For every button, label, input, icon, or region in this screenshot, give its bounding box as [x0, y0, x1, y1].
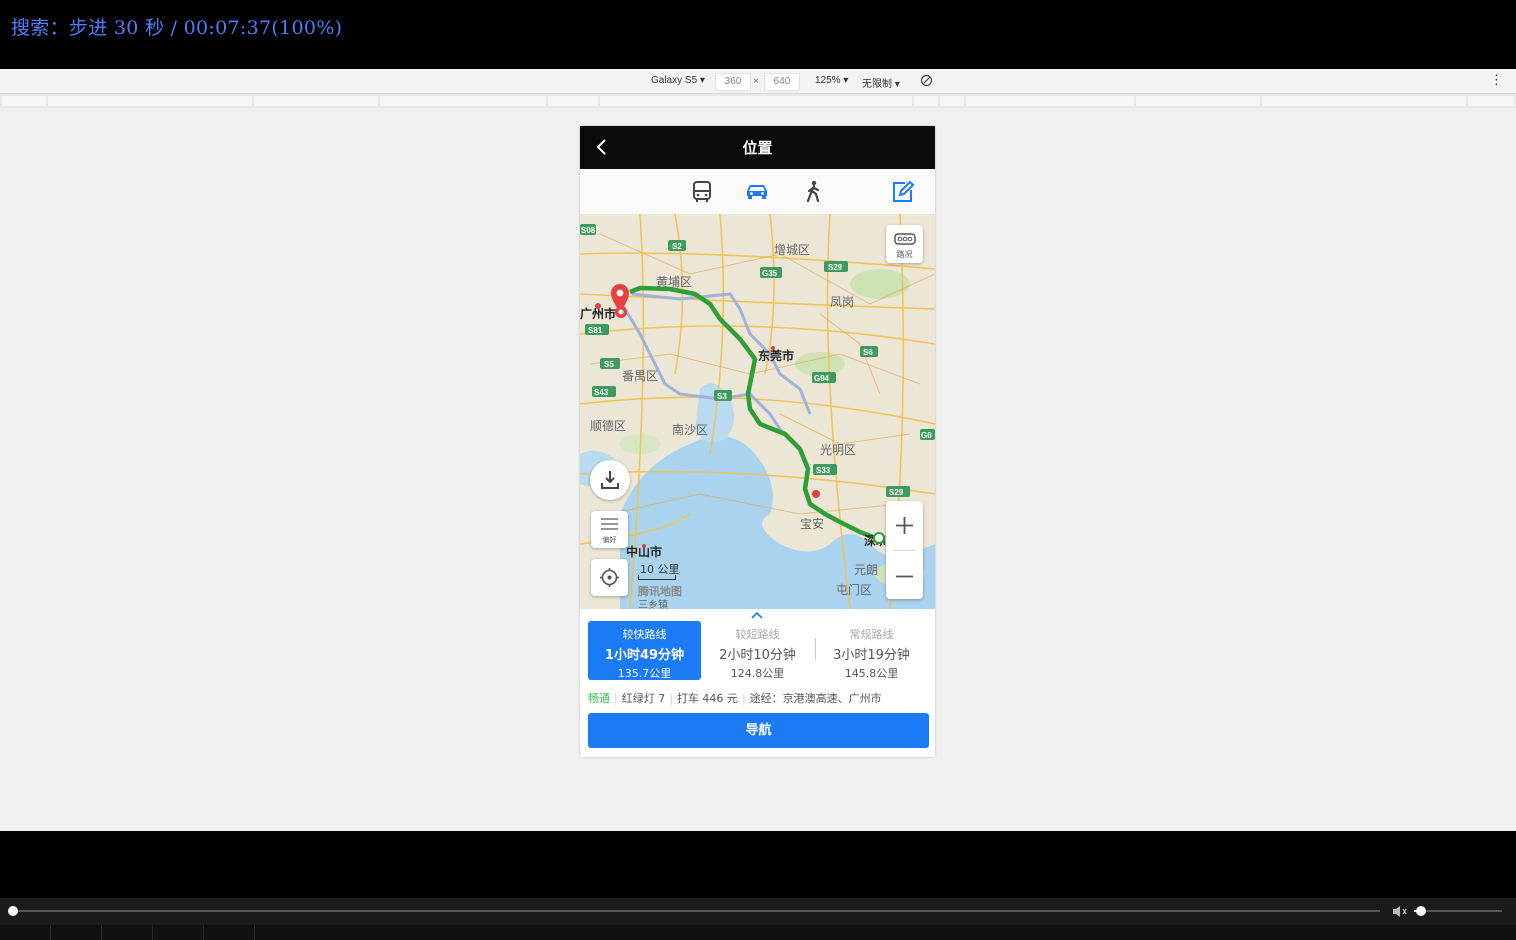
times-sign: ×: [753, 76, 759, 87]
bus-icon[interactable]: [689, 179, 715, 205]
media-query-ruler: [0, 94, 1516, 108]
player-osd: 搜索：步进 30 秒 / 00:07:37(100%): [0, 0, 1516, 69]
svg-text:番禺区: 番禺区: [622, 369, 658, 383]
svg-text:S43: S43: [594, 388, 609, 397]
traffic-lights-count: 红绿灯 7: [621, 692, 666, 705]
svg-text:G0: G0: [921, 431, 932, 440]
locate-icon: [600, 568, 619, 587]
route-info-row: 畅通 | 红绿灯 7 | 打车 446 元 | 途经：京港澳高速、广州市: [588, 692, 882, 705]
svg-text:黄埔区: 黄埔区: [656, 275, 692, 289]
more-options-icon[interactable]: ⋮: [1490, 72, 1503, 88]
edit-icon[interactable]: [890, 179, 916, 205]
svg-text:元朗: 元朗: [854, 563, 878, 577]
svg-text:S3: S3: [717, 392, 727, 401]
volume-icon[interactable]: [1392, 905, 1408, 918]
zoom-select[interactable]: 125% ▾: [815, 75, 848, 86]
car-icon[interactable]: [744, 179, 770, 205]
seek-knob[interactable]: [8, 906, 18, 916]
route-label: 较短路线: [735, 628, 780, 641]
svg-text:S08: S08: [581, 226, 596, 235]
device-height-input[interactable]: 640: [764, 73, 800, 91]
svg-text:屯门区: 屯门区: [836, 582, 872, 597]
locate-me-button[interactable]: [591, 559, 628, 596]
throttle-select[interactable]: 无限制 ▾: [862, 75, 900, 90]
route-label: 常规路线: [849, 628, 894, 641]
seek-bar[interactable]: [13, 910, 1380, 912]
travel-mode-bar: [580, 169, 935, 215]
svg-text:S2: S2: [672, 242, 682, 251]
device-width-input[interactable]: 360: [715, 73, 751, 91]
svg-text:顺德区: 顺德区: [590, 418, 626, 433]
zoom-out-icon[interactable]: [895, 567, 914, 586]
svg-text:G94: G94: [814, 374, 830, 383]
svg-text:G35: G35: [762, 269, 778, 278]
device-select[interactable]: Galaxy S5 ▾: [651, 75, 705, 86]
route-time: 3小时19分钟: [833, 648, 910, 663]
route-distance: 135.7公里: [617, 667, 672, 680]
route-distance: 145.8公里: [844, 667, 899, 680]
map-canvas: S08 S2 G35 S29 S81 S5 S43 S6 G94 S3 S33 …: [580, 214, 935, 609]
osd-seek-text: 搜索：步进 30 秒 / 00:07:37(100%): [11, 17, 343, 39]
preference-label: 偏好: [602, 536, 617, 544]
volume-knob[interactable]: [1416, 906, 1427, 916]
route-preference-button[interactable]: 偏好: [591, 511, 628, 548]
svg-text:S81: S81: [588, 326, 603, 335]
taxi-fare: 打车 446 元: [676, 692, 738, 705]
svg-text:S5: S5: [604, 360, 614, 369]
chevron-up-icon[interactable]: [750, 611, 764, 619]
route-option-regular[interactable]: 常规路线 3小时19分钟 145.8公里: [815, 621, 928, 680]
page-header: 位置: [580, 126, 935, 169]
volume-slider[interactable]: [1414, 910, 1502, 912]
svg-text:东莞市: 东莞市: [758, 348, 794, 363]
traffic-status: 畅通: [588, 692, 610, 705]
zoom-control: [886, 501, 923, 599]
bottom-status-strip: [0, 925, 1516, 940]
player-letterbox: [0, 831, 1516, 898]
svg-text:光明区: 光明区: [820, 443, 856, 457]
page-title: 位置: [742, 139, 773, 157]
svg-text:S6: S6: [863, 348, 873, 357]
player-controls: [0, 898, 1516, 925]
route-option-fastest[interactable]: 较快路线 1小时49分钟 135.7公里: [588, 621, 701, 680]
map-logo: 腾讯地图: [638, 585, 682, 598]
label-zengcheng: 增城区: [774, 243, 810, 257]
svg-text:三乡镇: 三乡镇: [638, 598, 668, 609]
svg-text:S33: S33: [816, 466, 831, 475]
map-scale-bar: [638, 575, 676, 580]
preference-icon: [601, 518, 618, 530]
route-time: 2小时10分钟: [719, 648, 796, 663]
device-toolbar: Galaxy S5 ▾ 360 × 640 125% ▾ 无限制 ▾ ⋮: [0, 69, 1516, 94]
route-via: 途经：京港澳高速、广州市: [749, 692, 882, 705]
traffic-toggle-button[interactable]: 路况: [886, 225, 923, 263]
walk-icon[interactable]: [800, 179, 826, 205]
svg-text:南沙区: 南沙区: [672, 422, 708, 437]
download-icon: [601, 471, 619, 489]
download-map-button[interactable]: [590, 460, 630, 500]
traffic-icon: [894, 233, 916, 245]
navigate-button[interactable]: 导航: [588, 713, 929, 748]
svg-text:S29: S29: [828, 263, 843, 272]
traffic-label: 路况: [896, 250, 913, 259]
phone-viewport: 位置 S08 S2 G35 S29 S81 S5 S43 S6 G94 S3 S…: [580, 126, 935, 757]
route-map[interactable]: S08 S2 G35 S29 S81 S5 S43 S6 G94 S3 S33 …: [580, 214, 935, 609]
zoom-in-icon[interactable]: [895, 516, 914, 535]
route-option-shortest[interactable]: 较短路线 2小时10分钟 124.8公里: [701, 621, 814, 680]
rotate-icon[interactable]: [920, 74, 933, 87]
svg-text:S29: S29: [889, 488, 904, 497]
route-time: 1小时49分钟: [604, 648, 685, 663]
svg-text:宝安: 宝安: [800, 516, 824, 531]
route-distance: 124.8公里: [730, 667, 785, 680]
svg-text:凤岗: 凤岗: [830, 295, 854, 309]
route-label: 较快路线: [622, 628, 667, 641]
